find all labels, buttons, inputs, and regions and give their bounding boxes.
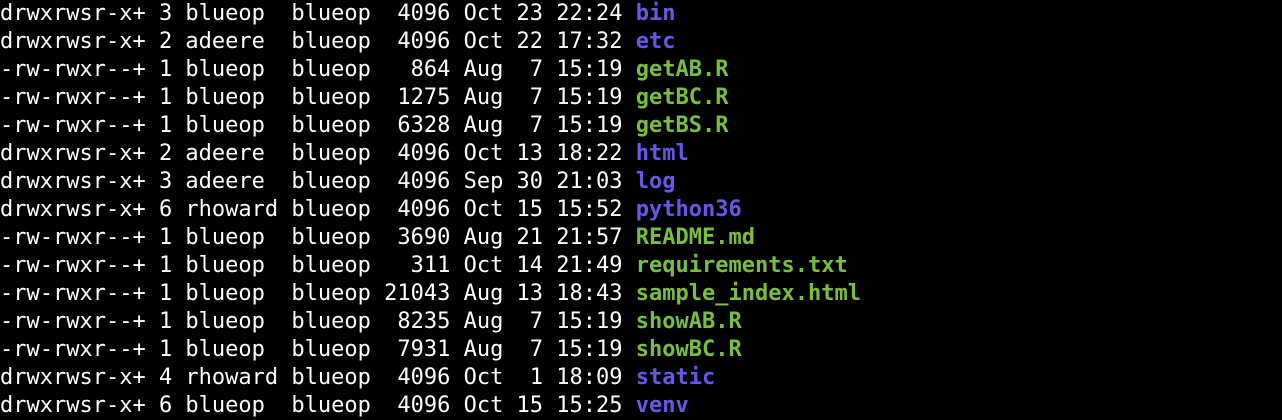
listing-row-meta: drwxrwsr-x+ 6 rhoward blueop 4096 Oct 15… <box>0 197 636 222</box>
directory-name: etc <box>635 29 676 54</box>
listing-row-meta: -rw-rwxr--+ 1 blueop blueop 1275 Aug 7 1… <box>0 85 636 110</box>
directory-name: static <box>635 365 716 390</box>
listing-row: -rw-rwxr--+ 1 blueop blueop 1275 Aug 7 1… <box>0 84 728 112</box>
listing-row: drwxrwsr-x+ 6 blueop blueop 4096 Oct 15 … <box>0 392 689 420</box>
directory-name: venv <box>635 393 689 418</box>
listing-row: drwxrwsr-x+ 2 adeere blueop 4096 Oct 13 … <box>0 140 689 168</box>
listing-row: -rw-rwxr--+ 1 blueop blueop 21043 Aug 13… <box>0 280 861 308</box>
file-name: README.md <box>635 225 755 250</box>
listing-row: -rw-rwxr--+ 1 blueop blueop 7931 Aug 7 1… <box>0 336 742 364</box>
terminal-output[interactable]: drwxrwsr-x+ 3 blueop blueop 4096 Oct 23 … <box>0 0 1282 420</box>
listing-row-meta: drwxrwsr-x+ 3 blueop blueop 4096 Oct 23 … <box>0 1 636 26</box>
file-name: getBS.R <box>635 113 729 138</box>
listing-row: -rw-rwxr--+ 1 blueop blueop 3690 Aug 21 … <box>0 224 755 252</box>
directory-name: html <box>635 141 689 166</box>
listing-row: drwxrwsr-x+ 2 adeere blueop 4096 Oct 22 … <box>0 28 676 56</box>
file-name: getAB.R <box>635 57 729 82</box>
listing-row: -rw-rwxr--+ 1 blueop blueop 864 Aug 7 15… <box>0 56 728 84</box>
file-name: sample_index.html <box>635 281 861 306</box>
listing-row-meta: drwxrwsr-x+ 6 blueop blueop 4096 Oct 15 … <box>0 393 636 418</box>
listing-row-meta: drwxrwsr-x+ 3 adeere blueop 4096 Sep 30 … <box>0 169 636 194</box>
directory-name: bin <box>635 1 676 26</box>
directory-name: python36 <box>635 197 742 222</box>
listing-row: drwxrwsr-x+ 6 rhoward blueop 4096 Oct 15… <box>0 196 742 224</box>
file-name: requirements.txt <box>635 253 848 278</box>
listing-row-meta: drwxrwsr-x+ 4 rhoward blueop 4096 Oct 1 … <box>0 365 636 390</box>
listing-row-meta: -rw-rwxr--+ 1 blueop blueop 311 Oct 14 2… <box>0 253 636 278</box>
listing-row-meta: -rw-rwxr--+ 1 blueop blueop 8235 Aug 7 1… <box>0 309 636 334</box>
listing-row: drwxrwsr-x+ 4 rhoward blueop 4096 Oct 1 … <box>0 364 715 392</box>
file-name: getBC.R <box>635 85 729 110</box>
listing-row: drwxrwsr-x+ 3 blueop blueop 4096 Oct 23 … <box>0 0 676 28</box>
listing-row-meta: -rw-rwxr--+ 1 blueop blueop 6328 Aug 7 1… <box>0 113 636 138</box>
file-name: showAB.R <box>635 309 742 334</box>
file-name: showBC.R <box>635 337 742 362</box>
listing-row: -rw-rwxr--+ 1 blueop blueop 311 Oct 14 2… <box>0 252 848 280</box>
listing-row-meta: drwxrwsr-x+ 2 adeere blueop 4096 Oct 13 … <box>0 141 636 166</box>
listing-row: -rw-rwxr--+ 1 blueop blueop 6328 Aug 7 1… <box>0 112 728 140</box>
listing-row: -rw-rwxr--+ 1 blueop blueop 8235 Aug 7 1… <box>0 308 742 336</box>
listing-row: drwxrwsr-x+ 3 adeere blueop 4096 Sep 30 … <box>0 168 676 196</box>
listing-row-meta: -rw-rwxr--+ 1 blueop blueop 21043 Aug 13… <box>0 281 636 306</box>
listing-row-meta: -rw-rwxr--+ 1 blueop blueop 7931 Aug 7 1… <box>0 337 636 362</box>
listing-row-meta: -rw-rwxr--+ 1 blueop blueop 864 Aug 7 15… <box>0 57 636 82</box>
directory-name: log <box>635 169 676 194</box>
listing-row-meta: drwxrwsr-x+ 2 adeere blueop 4096 Oct 22 … <box>0 29 636 54</box>
listing-row-meta: -rw-rwxr--+ 1 blueop blueop 3690 Aug 21 … <box>0 225 636 250</box>
